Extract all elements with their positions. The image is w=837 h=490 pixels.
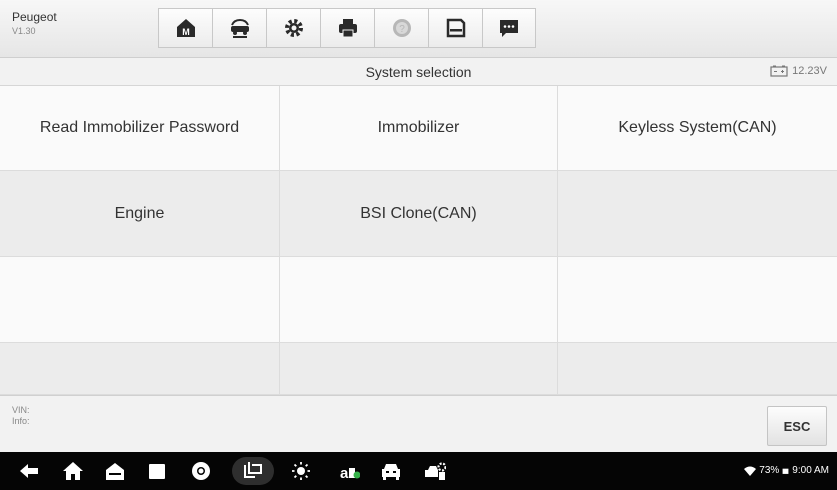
software-version: V1.30 — [12, 26, 36, 36]
chrome-button[interactable] — [190, 461, 212, 481]
settings-icon — [284, 19, 303, 37]
save-button[interactable] — [428, 8, 482, 48]
top-toolbar: Peugeot V1.30 M ? — [0, 0, 837, 58]
vci-home-button[interactable] — [104, 461, 126, 481]
system-status: 73% 9:00 AM — [744, 465, 829, 476]
help-icon: ? — [392, 19, 411, 37]
system-bsi-clone[interactable]: BSI Clone(CAN) — [280, 171, 558, 257]
footer-bar: VIN: Info: ESC — [0, 395, 837, 452]
vehicle-info: Peugeot V1.30 — [12, 10, 57, 36]
home-icon: M — [176, 19, 195, 37]
system-grid: Read Immobilizer Password Immobilizer Ke… — [0, 86, 837, 395]
info-label: Info: — [12, 416, 30, 426]
page-title: System selection — [365, 64, 472, 80]
message-button[interactable] — [482, 8, 536, 48]
car-settings-icon — [425, 462, 446, 480]
vin-label: VIN: — [12, 405, 30, 415]
clock: 9:00 AM — [792, 465, 829, 476]
battery-voltage: 12.23V — [770, 65, 827, 77]
svg-text:M: M — [182, 27, 190, 37]
voltage-value: 12.23V — [792, 65, 827, 77]
empty-cell — [0, 257, 280, 343]
empty-cell — [0, 343, 280, 395]
vin-info: VIN: Info: — [12, 405, 30, 427]
title-bar: System selection 12.23V — [0, 58, 837, 86]
system-read-immobilizer-password[interactable]: Read Immobilizer Password — [0, 86, 280, 171]
message-icon — [500, 20, 518, 37]
brightness-button[interactable] — [290, 461, 312, 481]
android-nav-bar: a 73% 9:00 AM — [0, 452, 837, 490]
wifi-icon — [744, 466, 757, 476]
system-engine[interactable]: Engine — [0, 171, 280, 257]
vci-status-icon: a — [340, 465, 360, 481]
empty-cell — [558, 257, 837, 343]
vehicle-swap-icon — [230, 18, 249, 38]
empty-cell — [280, 257, 558, 343]
esc-button[interactable]: ESC — [767, 406, 827, 446]
home-button[interactable]: M — [158, 8, 212, 48]
empty-cell — [558, 343, 837, 395]
svg-text:?: ? — [399, 24, 405, 35]
vci-home-icon — [106, 463, 124, 480]
chrome-icon — [192, 462, 210, 480]
car-settings-button[interactable] — [424, 461, 446, 481]
recent-apps-icon — [149, 464, 165, 479]
car-icon — [382, 464, 400, 480]
help-button[interactable]: ? — [374, 8, 428, 48]
system-keyless-system[interactable]: Keyless System(CAN) — [558, 86, 837, 171]
screenshot-button[interactable] — [232, 457, 274, 485]
vehicle-swap-button[interactable] — [212, 8, 266, 48]
home-nav-button[interactable] — [62, 461, 84, 481]
car-button[interactable] — [380, 461, 402, 481]
print-icon — [338, 19, 357, 38]
empty-cell — [280, 343, 558, 395]
battery-icon — [782, 468, 789, 474]
brightness-icon — [292, 462, 310, 480]
back-icon — [20, 464, 38, 478]
print-button[interactable] — [320, 8, 374, 48]
settings-button[interactable] — [266, 8, 320, 48]
back-button[interactable] — [18, 461, 40, 481]
vci-status-button[interactable]: a — [338, 461, 360, 481]
save-icon — [446, 18, 465, 38]
recent-apps-button[interactable] — [146, 461, 168, 481]
battery-icon — [770, 65, 788, 77]
empty-cell — [558, 171, 837, 257]
battery-percent: 73% — [759, 465, 780, 476]
screenshot-icon — [244, 462, 262, 478]
vehicle-make: Peugeot — [12, 10, 57, 24]
svg-text:a: a — [340, 465, 349, 481]
system-immobilizer[interactable]: Immobilizer — [280, 86, 558, 171]
home-icon — [63, 462, 83, 480]
toolbar-buttons: M ? — [158, 8, 536, 48]
